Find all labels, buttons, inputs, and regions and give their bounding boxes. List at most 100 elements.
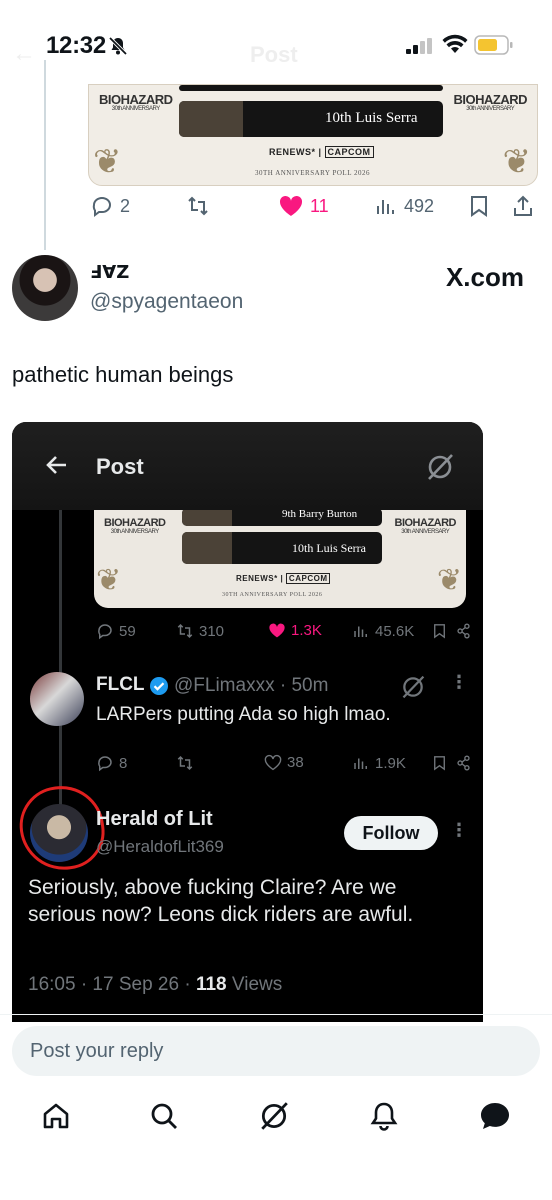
- capcom-logo: CAPCOM: [285, 573, 331, 584]
- poll-entry-bar: 9th Barry Burton: [182, 508, 382, 526]
- notifications-bell-icon[interactable]: [368, 1100, 400, 1132]
- repost-icon: [177, 755, 193, 771]
- share-nodes-icon: [457, 755, 470, 771]
- share-upload-icon: [514, 195, 532, 216]
- like-count: 11: [310, 195, 329, 216]
- views-count: 118: [195, 974, 227, 995]
- bookmark-icon: [471, 196, 487, 217]
- repost-button: 310: [176, 622, 224, 640]
- repost-button[interactable]: [186, 194, 210, 218]
- views-bar-chart-icon: [377, 200, 394, 214]
- bookmark-icon: [434, 756, 445, 771]
- thread-connector-line: [44, 60, 46, 250]
- post-action-bar: 59 310 1.3K 45.6K: [96, 622, 472, 644]
- poll-entry-bar: 10th Luis Serra: [179, 101, 443, 137]
- bookmark-button: [432, 622, 447, 640]
- user-avatar[interactable]: [12, 255, 78, 321]
- character-thumbnail: [179, 101, 243, 137]
- heart-filled-icon: [269, 623, 285, 638]
- poll-entry-label: 10th Luis Serra: [325, 110, 418, 126]
- poll-entry-label: 10th Luis Serra: [292, 541, 366, 555]
- bookmark-icon: [434, 624, 445, 639]
- user-display-name[interactable]: ꓞꓯꓜ: [90, 262, 129, 283]
- messages-chat-icon[interactable]: [478, 1100, 512, 1132]
- views-count: 1.9K: [375, 754, 406, 772]
- embedded-screenshot-image[interactable]: Post ❦ ❦ BIOHAZARD 30th ANNIVERSARY BIOH…: [12, 422, 483, 1022]
- search-icon[interactable]: [148, 1100, 180, 1132]
- poll-entry-bar-partial: [179, 85, 443, 91]
- ornament-flourish-icon: ❦: [96, 564, 122, 597]
- bell-slash-icon: [108, 36, 128, 56]
- grok-icon: [428, 454, 453, 480]
- like-button: 38: [264, 754, 304, 771]
- like-count: 38: [287, 754, 304, 771]
- home-icon[interactable]: [40, 1100, 72, 1132]
- views-button[interactable]: 492: [374, 194, 434, 218]
- user-handle[interactable]: @spyagentaeon: [90, 290, 243, 314]
- poll-caption: 30TH ANNIVERSARY POLL 2026: [255, 169, 370, 177]
- reply-text: LARPers putting Ada so high lmao.: [96, 704, 391, 725]
- like-button[interactable]: 11: [278, 194, 329, 218]
- biohazard-logo-text: BIOHAZARD: [104, 517, 166, 529]
- reply-bubble-icon: [98, 756, 112, 772]
- reply-bubble-icon: [98, 624, 112, 640]
- renews-logo: RENEWS* | CAPCOM: [236, 573, 331, 584]
- views-bar-chart-icon: [354, 626, 367, 637]
- like-button: 1.3K: [268, 622, 322, 639]
- share-button: [456, 622, 471, 640]
- share-button[interactable]: [512, 194, 534, 218]
- heart-filled-icon: [279, 195, 303, 216]
- grok-icon[interactable]: [258, 1100, 290, 1132]
- battery-icon: [474, 35, 513, 55]
- reply-button[interactable]: 2: [90, 194, 130, 218]
- reply-action-bar: 8 38 1.9K: [96, 754, 472, 776]
- ghost-header-title: Post: [250, 42, 298, 67]
- more-options-icon: ⋮: [450, 820, 468, 840]
- wifi-icon: [442, 34, 468, 53]
- repost-count: 310: [199, 622, 225, 640]
- bookmark-button[interactable]: [468, 194, 490, 218]
- reply-button: 8: [96, 754, 127, 772]
- character-thumbnail: [182, 532, 232, 564]
- post-timestamp-views: 16:05 · 17 Sep 26 · 118 Views: [28, 974, 282, 996]
- ornament-flourish-icon: ❦: [502, 143, 532, 181]
- reply-count: 59: [119, 622, 136, 640]
- like-count: 1.3K: [291, 622, 322, 639]
- ghost-back-arrow-icon: ←: [12, 40, 36, 67]
- biohazard-logo: BIOHAZARD 30th ANNIVERSARY: [454, 93, 528, 112]
- reply-input[interactable]: [12, 1026, 540, 1076]
- biohazard-logo: BIOHAZARD 30th ANNIVERSARY: [395, 518, 457, 536]
- repost-icon: [188, 196, 208, 216]
- views-bar-chart-icon: [354, 758, 367, 769]
- renews-text: RENEWS: [236, 574, 275, 583]
- views-count: 492: [404, 195, 435, 216]
- views-button: 45.6K: [352, 622, 414, 640]
- reply-text: Seriously, above fucking Claire? Are we …: [28, 876, 414, 926]
- reply-handle-time: @FLimaxxx · 50m: [174, 675, 329, 696]
- bottom-tab-bar: [0, 1094, 552, 1154]
- biohazard-logo-text: BIOHAZARD: [453, 92, 528, 107]
- screenshot-header-title: Post: [96, 454, 144, 479]
- share-button: [456, 754, 471, 772]
- poll-image-card: ❦ ❦ BIOHAZARD 30th ANNIVERSARY BIOHAZARD…: [94, 502, 466, 608]
- poll-entry-bar: 10th Luis Serra: [182, 532, 382, 564]
- reply-display-name: FLCL: [96, 674, 145, 695]
- follow-button: Follow: [344, 816, 438, 850]
- reply-count: 8: [119, 754, 128, 772]
- biohazard-logo-subtext: 30th ANNIVERSARY: [110, 529, 159, 535]
- reply-display-name: Herald of Lit: [96, 808, 213, 830]
- verified-badge-icon: [150, 677, 168, 695]
- renews-text: RENEWS: [269, 147, 312, 157]
- ornament-flourish-icon: ❦: [93, 143, 122, 181]
- grok-icon: [402, 675, 425, 699]
- character-thumbnail: [182, 508, 232, 526]
- bookmark-button: [432, 754, 447, 772]
- poll-image-card[interactable]: ❦ ❦ BIOHAZARD 30th ANNIVERSARY BIOHAZARD…: [88, 84, 538, 186]
- reply-button: 59: [96, 622, 136, 640]
- thread-connector-line: [59, 510, 62, 810]
- source-logo: X.com: [445, 262, 524, 292]
- post-action-bar: 2 11 492: [88, 194, 538, 228]
- status-bar: ← Post 12:32: [0, 0, 552, 80]
- share-nodes-icon: [457, 623, 470, 639]
- tweet-text: pathetic human beings: [12, 362, 234, 387]
